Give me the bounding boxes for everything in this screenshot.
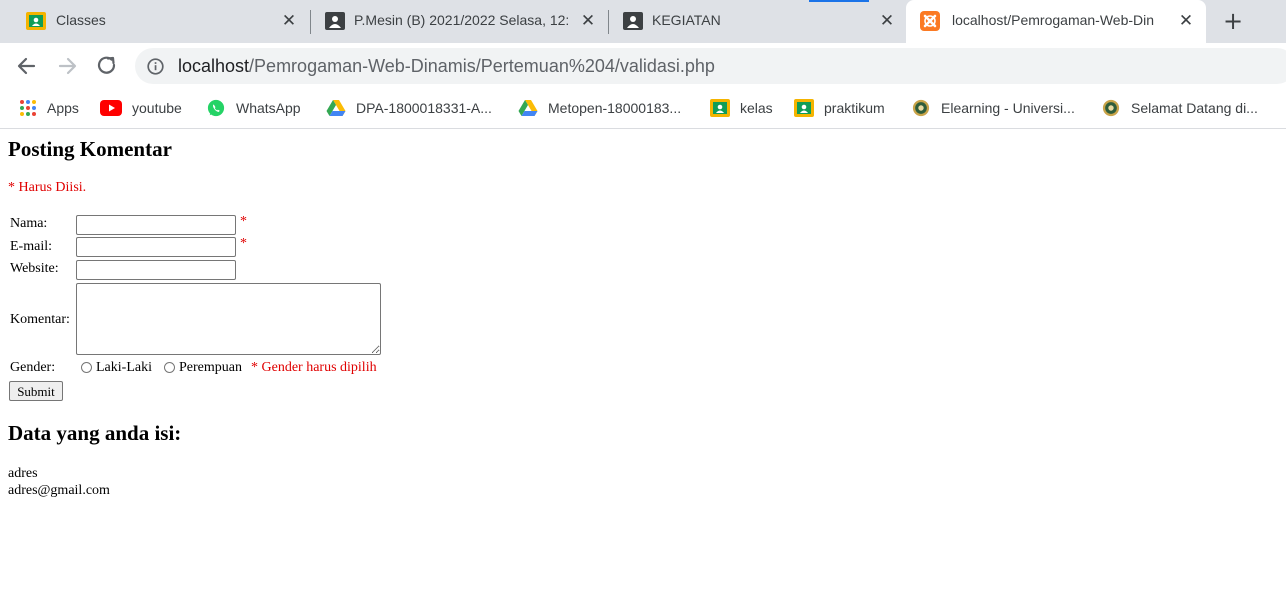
address-bar[interactable]: localhost/Pemrogaman-Web-Dinamis/Pertemu… (135, 48, 1286, 84)
bookmark-selamat-datang[interactable]: Selamat Datang di... (1101, 97, 1258, 119)
bookmark-label: kelas (740, 100, 773, 116)
forward-arrow-icon[interactable] (54, 53, 80, 79)
bookmark-label: Metopen-18000183... (548, 100, 682, 116)
bookmark-label: praktikum (824, 100, 885, 116)
comment-label: Komentar: (10, 312, 70, 327)
bookmark-label: youtube (132, 100, 182, 116)
site-info-icon[interactable] (147, 58, 164, 75)
required-note: * Harus Diisi. (8, 180, 87, 195)
bookmark-label: Selamat Datang di... (1131, 100, 1258, 116)
bookmark-whatsapp[interactable]: WhatsApp (206, 97, 301, 119)
bookmark-elearning[interactable]: Elearning - Universi... (911, 97, 1075, 119)
output-line-email: adres@gmail.com (8, 483, 110, 498)
gender-radio-laki-laki[interactable] (81, 362, 92, 373)
bookmark-dpa[interactable]: DPA-1800018331-A... (326, 97, 492, 119)
tab-strip: Classes ✕ P.Mesin (B) 2021/2022 Selasa, … (0, 0, 1286, 43)
url-text: localhost/Pemrogaman-Web-Dinamis/Pertemu… (178, 56, 715, 77)
comment-textarea[interactable] (76, 283, 381, 355)
name-required-mark: * (240, 214, 247, 229)
university-seal-icon (912, 99, 930, 117)
gender-option-label: Perempuan (179, 360, 242, 375)
gender-label: Gender: (10, 360, 56, 375)
url-host: localhost (178, 56, 250, 76)
tab-localhost-active[interactable]: localhost/Pemrogaman-Web-Din ✕ (906, 0, 1206, 43)
tab-title: KEGIATAN (652, 12, 721, 28)
email-required-mark: * (240, 236, 247, 251)
bookmark-kelas[interactable]: kelas (710, 97, 773, 119)
meet-tile-icon (325, 12, 345, 30)
bookmark-label: Elearning - Universi... (941, 100, 1075, 116)
tab-title: localhost/Pemrogaman-Web-Din (952, 12, 1155, 28)
close-tab-icon[interactable]: ✕ (1175, 10, 1197, 32)
new-tab-button[interactable]: + (1218, 8, 1248, 36)
close-tab-icon[interactable]: ✕ (278, 10, 300, 32)
tab-kegiatan[interactable]: KEGIATAN ✕ (608, 0, 906, 43)
gender-error-message: * Gender harus dipilih (251, 360, 377, 375)
google-classroom-icon (26, 12, 46, 30)
email-input[interactable] (76, 237, 236, 257)
reload-icon[interactable] (94, 53, 120, 79)
google-drive-icon (326, 100, 346, 116)
gender-radio-perempuan[interactable] (164, 362, 175, 373)
gender-option-label: Laki-Laki (96, 360, 152, 375)
name-label: Nama: (10, 216, 48, 231)
browser-toolbar: localhost/Pemrogaman-Web-Dinamis/Pertemu… (0, 43, 1286, 89)
name-input[interactable] (76, 215, 236, 235)
youtube-icon (100, 100, 122, 116)
xampp-icon (920, 11, 940, 31)
page-title: Posting Komentar (8, 137, 172, 161)
submit-button[interactable]: Submit (9, 381, 63, 401)
tab-title: P.Mesin (B) 2021/2022 Selasa, 12: (354, 12, 570, 28)
bookmarks-bar: Apps youtube WhatsApp DPA-1800018331-A..… (0, 89, 1286, 129)
tab-pmesin[interactable]: P.Mesin (B) 2021/2022 Selasa, 12: ✕ (310, 0, 608, 43)
bookmark-label: WhatsApp (236, 100, 301, 116)
bookmark-label: Apps (47, 100, 79, 116)
output-heading: Data yang anda isi: (8, 421, 182, 445)
back-arrow-icon[interactable] (14, 53, 40, 79)
whatsapp-icon (207, 99, 225, 117)
bookmark-praktikum[interactable]: praktikum (794, 97, 885, 119)
tab-classes[interactable]: Classes ✕ (8, 0, 308, 43)
page-content: Posting Komentar * Harus Diisi. Nama: * … (0, 130, 1286, 612)
email-label: E-mail: (10, 239, 52, 254)
apps-grid-icon (20, 100, 36, 116)
website-label: Website: (10, 261, 59, 276)
google-classroom-icon (794, 99, 814, 117)
bookmark-metopen[interactable]: Metopen-18000183... (518, 97, 681, 119)
bookmark-apps[interactable]: Apps (19, 97, 79, 119)
google-drive-icon (518, 100, 538, 116)
bookmark-youtube[interactable]: youtube (100, 97, 182, 119)
university-seal-icon (1102, 99, 1120, 117)
close-tab-icon[interactable]: ✕ (577, 10, 599, 32)
output-line-name: adres (8, 466, 38, 481)
url-path: /Pemrogaman-Web-Dinamis/Pertemuan%204/va… (249, 56, 715, 76)
close-tab-icon[interactable]: ✕ (876, 10, 898, 32)
google-classroom-icon (710, 99, 730, 117)
bookmark-label: DPA-1800018331-A... (356, 100, 492, 116)
meet-tile-icon (623, 12, 643, 30)
website-input[interactable] (76, 260, 236, 280)
tab-title: Classes (56, 12, 106, 28)
